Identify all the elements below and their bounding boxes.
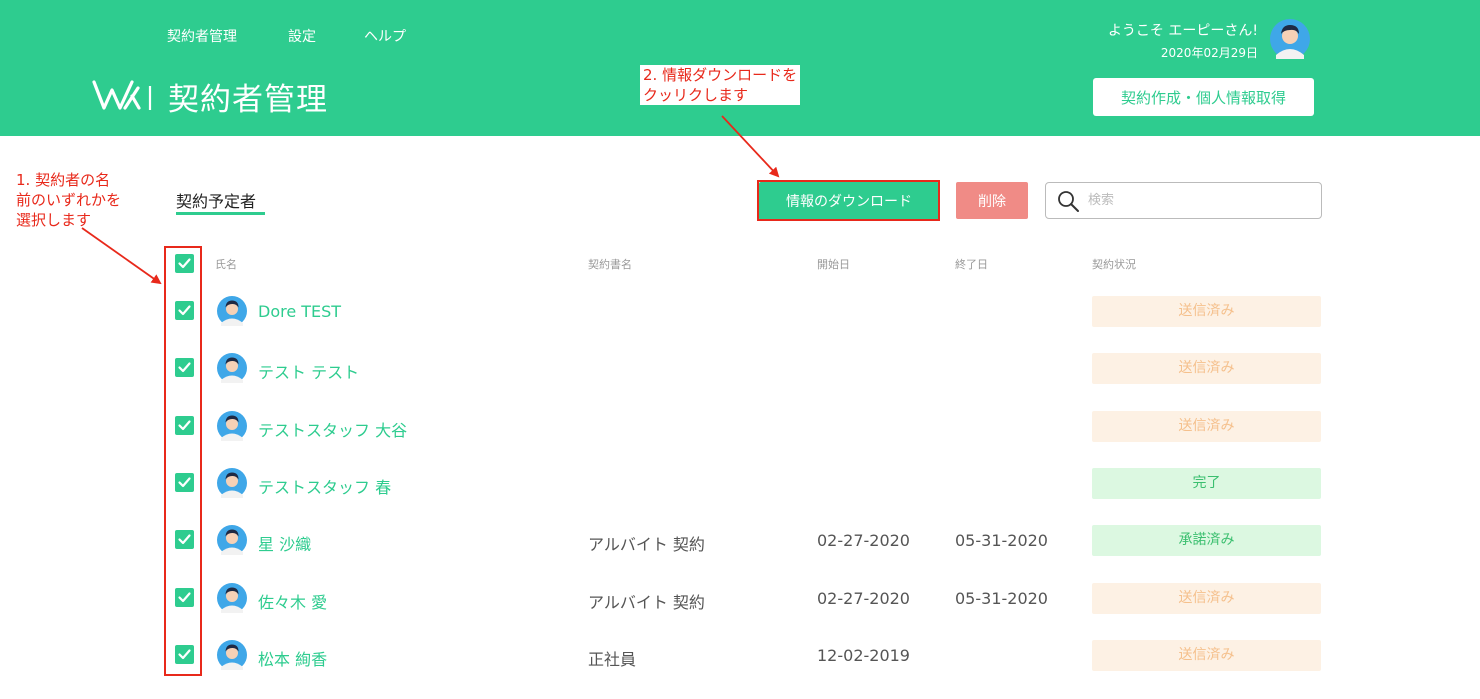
- status-badge: 送信済み: [1092, 583, 1321, 614]
- arrow-to-checkboxes: [81, 227, 162, 285]
- nav-item-contract-management[interactable]: 契約者管理: [167, 26, 237, 46]
- avatar-icon: [217, 583, 247, 613]
- status-badge: 送信済み: [1092, 296, 1321, 327]
- row-checkbox[interactable]: [175, 530, 194, 549]
- tab-planned-contractors[interactable]: 契約予定者: [176, 188, 256, 212]
- row-checkbox[interactable]: [175, 416, 194, 435]
- row-checkbox[interactable]: [175, 358, 194, 377]
- start-date: 02-27-2020: [817, 589, 910, 608]
- welcome-message: ようこそ エーピーさん!: [1107, 23, 1258, 39]
- delete-button[interactable]: 削除: [956, 182, 1028, 219]
- status-badge: 完了: [1092, 468, 1321, 499]
- check-icon: [178, 305, 191, 316]
- table-row: 松本 絢香 正社員 12-02-2019 送信済み: [0, 627, 1480, 684]
- check-icon: [178, 649, 191, 660]
- status-badge: 送信済み: [1092, 640, 1321, 671]
- contract-name: アルバイト 契約: [588, 535, 705, 554]
- annotation-step1-line2: 前のいずれかを: [16, 191, 122, 209]
- app-logo: [92, 80, 152, 110]
- annotation-step1: 1. 契約者の名 前のいずれかを 選択します: [16, 170, 122, 230]
- avatar-icon: [217, 353, 247, 383]
- contractor-name-link[interactable]: テスト テスト: [258, 359, 359, 383]
- tab-active-indicator: [176, 212, 265, 215]
- contractor-name-link[interactable]: テストスタッフ 春: [258, 474, 391, 498]
- check-icon: [178, 592, 191, 603]
- select-all-checkbox[interactable]: [175, 254, 194, 273]
- contract-name: 正社員: [588, 650, 637, 669]
- current-date: 2020年02月29日: [1160, 46, 1258, 60]
- search-box: [1045, 182, 1322, 219]
- status-badge: 承諾済み: [1092, 525, 1321, 556]
- table-row: テストスタッフ 大谷 送信済み: [0, 398, 1480, 455]
- search-icon: [1058, 191, 1079, 212]
- annotation-step2-line1: 2. 情報ダウンロードを: [643, 66, 798, 84]
- column-header-name: 氏名: [215, 258, 237, 271]
- column-header-contract: 契約書名: [588, 258, 632, 271]
- user-avatar-icon[interactable]: [1270, 19, 1310, 59]
- table-row: 星 沙織 アルバイト 契約 02-27-2020 05-31-2020 承諾済み: [0, 512, 1480, 569]
- avatar-icon: [217, 468, 247, 498]
- end-date: 05-31-2020: [955, 589, 1048, 608]
- annotation-step1-line3: 選択します: [16, 211, 92, 229]
- column-header-start-date: 開始日: [817, 258, 850, 271]
- check-icon: [178, 258, 191, 269]
- nav-item-settings[interactable]: 設定: [288, 26, 316, 46]
- page-title: 契約者管理: [168, 82, 328, 118]
- column-header-end-date: 終了日: [955, 258, 988, 271]
- search-input[interactable]: [1088, 184, 1316, 217]
- check-icon: [178, 420, 191, 431]
- contractor-name-link[interactable]: 星 沙織: [258, 531, 311, 555]
- contractor-name-link[interactable]: 佐々木 愛: [258, 589, 327, 613]
- start-date: 12-02-2019: [817, 646, 910, 665]
- table-row: テストスタッフ 春 完了: [0, 455, 1480, 512]
- annotation-step2: 2. 情報ダウンロードを クッリクします: [640, 65, 801, 105]
- row-checkbox[interactable]: [175, 645, 194, 664]
- contractor-name-link[interactable]: Dore TEST: [258, 302, 341, 321]
- contractor-name-link[interactable]: テストスタッフ 大谷: [258, 417, 407, 441]
- start-date: 02-27-2020: [817, 531, 910, 550]
- nav-item-help[interactable]: ヘルプ: [364, 26, 406, 46]
- row-checkbox[interactable]: [175, 473, 194, 492]
- avatar-icon: [217, 411, 247, 441]
- check-icon: [178, 362, 191, 373]
- avatar-icon: [217, 525, 247, 555]
- table-row: テスト テスト 送信済み: [0, 340, 1480, 397]
- column-header-status: 契約状況: [1092, 258, 1136, 271]
- row-checkbox[interactable]: [175, 588, 194, 607]
- check-icon: [178, 477, 191, 488]
- annotation-step1-line1: 1. 契約者の名: [16, 171, 111, 189]
- row-checkbox[interactable]: [175, 301, 194, 320]
- check-icon: [178, 534, 191, 545]
- create-contract-button[interactable]: 契約作成・個人情報取得: [1093, 78, 1314, 116]
- status-badge: 送信済み: [1092, 353, 1321, 384]
- contractor-name-link[interactable]: 松本 絢香: [258, 646, 327, 670]
- table-row: 佐々木 愛 アルバイト 契約 02-27-2020 05-31-2020 送信済み: [0, 570, 1480, 627]
- avatar-icon: [217, 296, 247, 326]
- end-date: 05-31-2020: [955, 531, 1048, 550]
- contract-name: アルバイト 契約: [588, 593, 705, 612]
- avatar-icon: [217, 640, 247, 670]
- download-info-button[interactable]: 情報のダウンロード: [759, 182, 939, 220]
- annotation-step2-line2: クッリクします: [643, 86, 749, 104]
- table-row: Dore TEST 送信済み: [0, 283, 1480, 340]
- status-badge: 送信済み: [1092, 411, 1321, 442]
